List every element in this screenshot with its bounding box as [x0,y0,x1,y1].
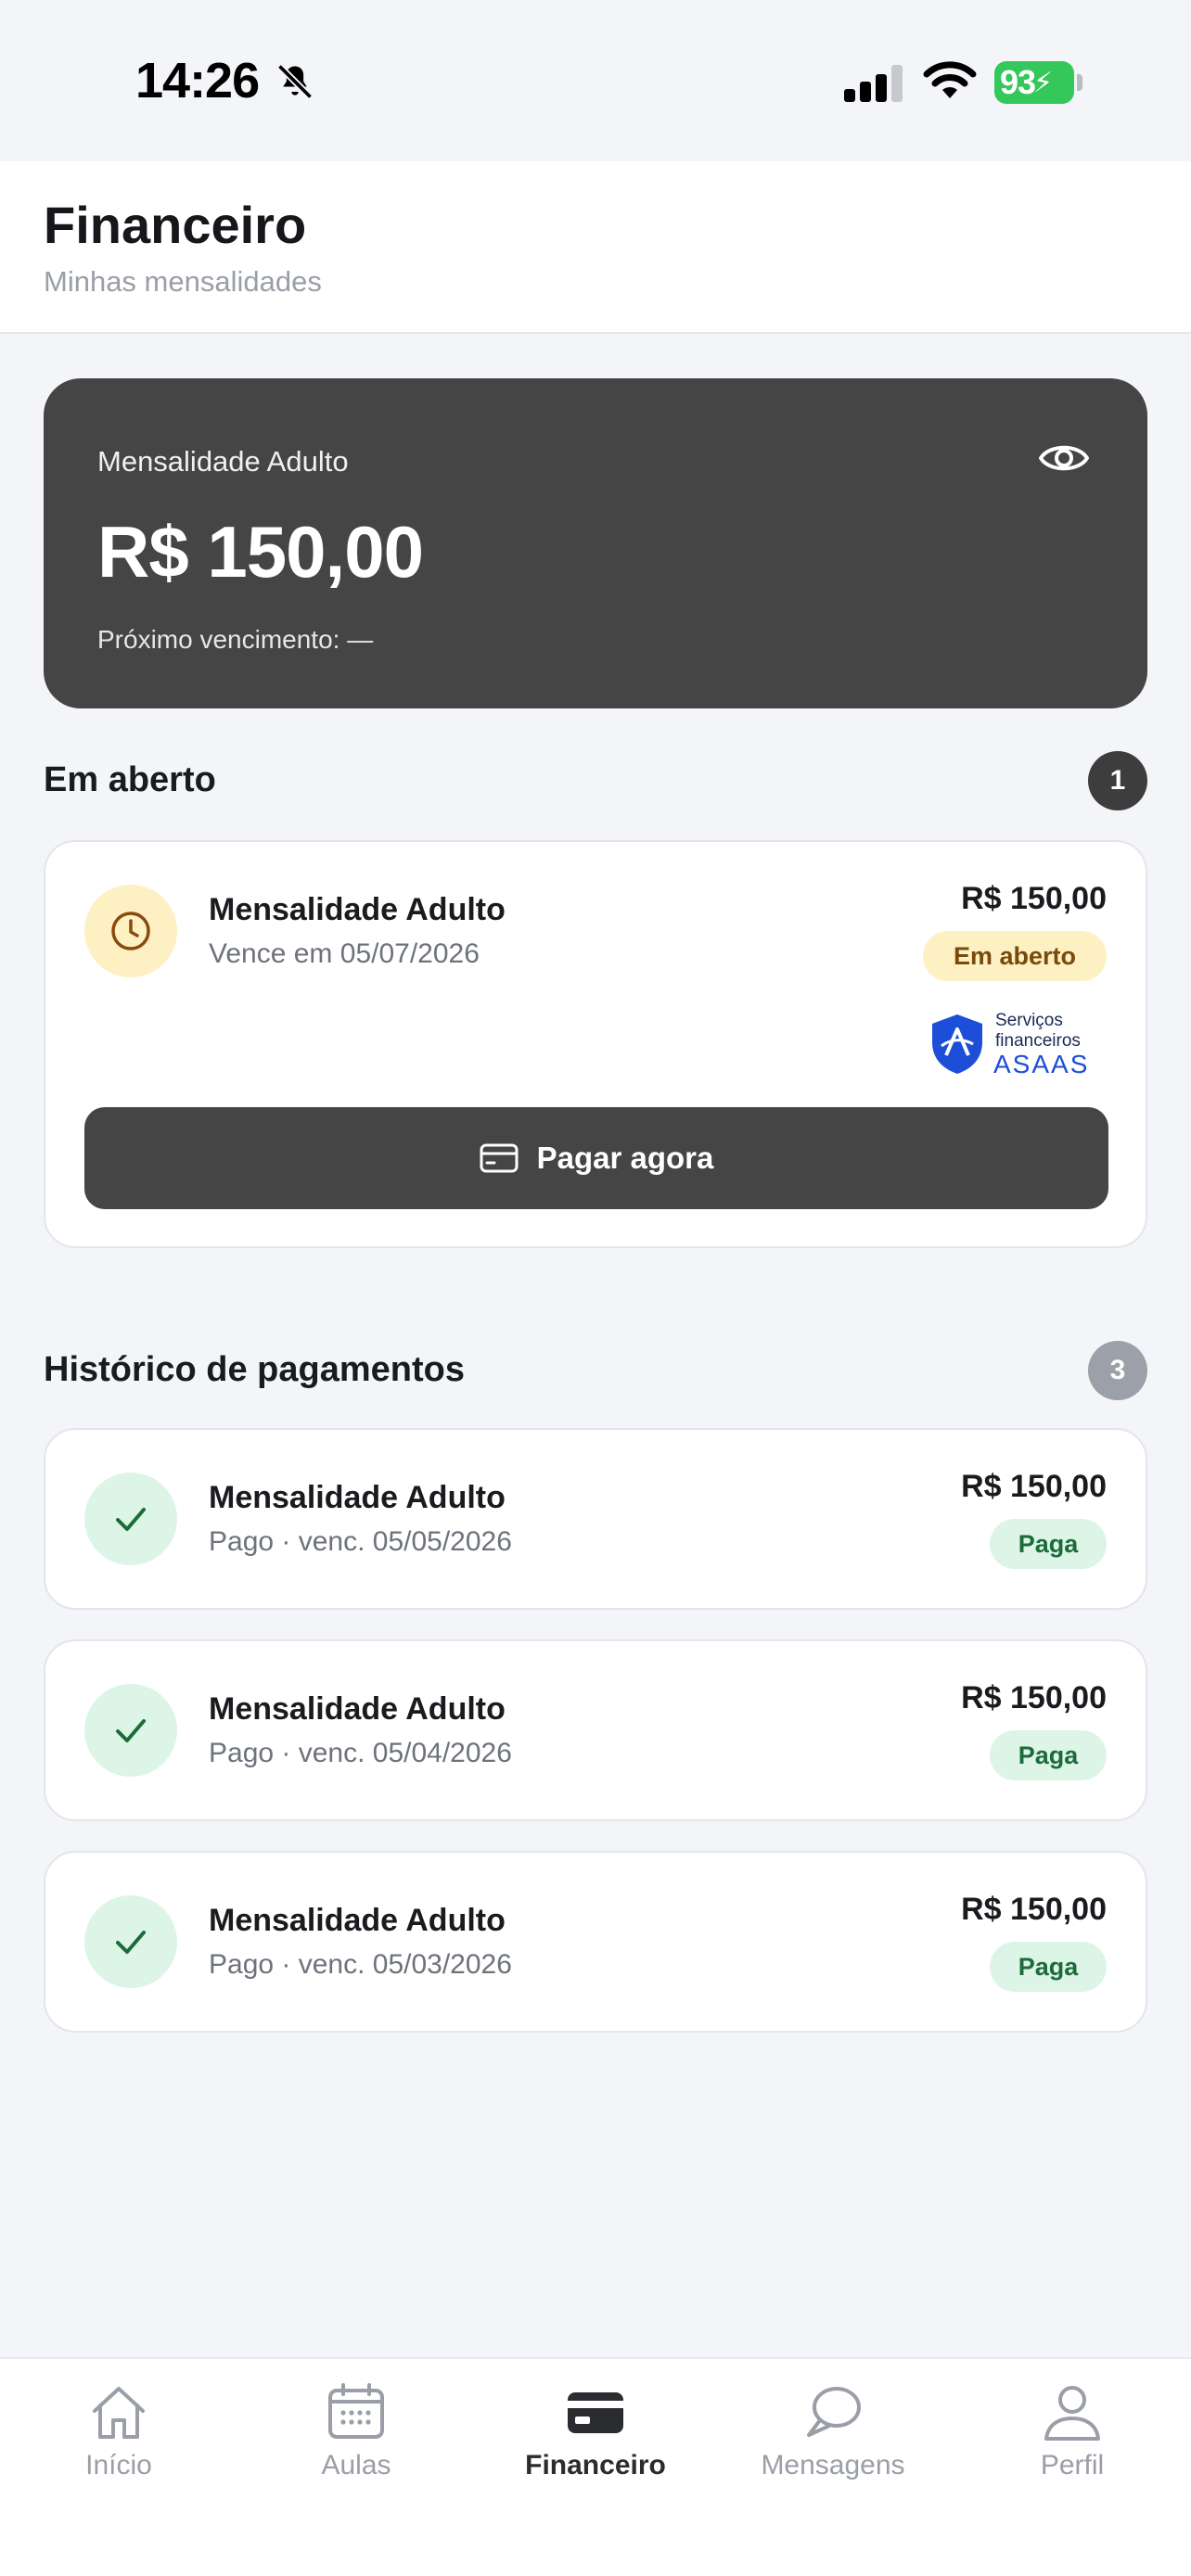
tab-label: Mensagens [761,2450,905,2480]
paid-status-circle [84,1895,177,1988]
paid-status-circle [84,1684,177,1777]
checkmark-icon [116,1508,146,1531]
invoice-due-date: Vence em 05/07/2026 [209,938,480,969]
summary-card: Mensalidade Adulto R$ 150,00 Próximo ven… [44,378,1147,708]
tab-label: Início [85,2450,152,2480]
invoice-title: Mensalidade Adulto [209,892,506,927]
history-item-title: Mensalidade Adulto [209,1691,506,1727]
charging-bolt-icon: ⚡ [1033,67,1053,98]
cellular-signal-icon [844,65,903,102]
open-section-title: Em aberto [44,760,216,799]
open-count-badge: 1 [1088,751,1147,810]
app-screen: 14:26 93 ⚡ Financeiro Minhas mensalidades [0,0,1191,2576]
open-invoice-card: Mensalidade Adulto Vence em 05/07/2026 R… [44,840,1147,1248]
history-item-subtitle: Pago · venc. 05/05/2026 [209,1526,512,1557]
pay-now-label: Pagar agora [536,1141,714,1175]
provider-line-2: financeiros [995,1031,1081,1051]
history-item-amount: R$ 150,00 [961,1680,1107,1715]
status-bar: 14:26 93 ⚡ [0,0,1191,161]
paid-badge: Paga [990,1942,1107,1992]
paid-status-circle [84,1473,177,1565]
paid-badge: Paga [990,1519,1107,1569]
page-subtitle: Minhas mensalidades [44,265,322,298]
page-header: Financeiro Minhas mensalidades [0,161,1191,334]
tab-label: Financeiro [525,2450,666,2480]
next-due-date: Próximo vencimento: — [97,625,374,654]
history-item-title: Mensalidade Adulto [209,1903,506,1938]
pay-now-button[interactable]: Pagar agora [84,1107,1108,1209]
status-time: 14:26 [135,53,260,108]
asaas-shield-logo [932,1014,982,1074]
battery-tip [1077,74,1082,91]
history-item-amount: R$ 150,00 [961,1469,1107,1504]
tab-financeiro[interactable]: Financeiro [477,2359,714,2489]
tab-mensagens[interactable]: Mensagens [714,2359,952,2489]
bottom-tab-bar: Início Aulas Financeiro Mensagens Perfil [0,2357,1191,2576]
home-icon [93,2387,145,2439]
history-item-subtitle: Pago · venc. 05/03/2026 [209,1949,512,1980]
paid-badge: Paga [990,1730,1107,1780]
history-item-subtitle: Pago · venc. 05/04/2026 [209,1738,512,1768]
user-icon [1044,2386,1100,2441]
history-count-badge: 3 [1088,1341,1147,1400]
tab-label: Perfil [1040,2450,1105,2480]
clock-icon [111,912,150,950]
provider-line-1: Serviços [995,1011,1063,1030]
tab-perfil[interactable]: Perfil [954,2359,1191,2489]
checkmark-icon [116,1931,146,1954]
page-title: Financeiro [44,196,307,254]
eye-icon[interactable] [1038,440,1090,477]
invoice-amount: R$ 150,00 [961,881,1107,916]
summary-label: Mensalidade Adulto [97,445,349,478]
status-badge: Em aberto [923,931,1107,981]
battery-level: 93 [1000,63,1036,101]
checkmark-icon [116,1719,146,1742]
wifi-icon [923,61,977,98]
summary-amount: R$ 150,00 [97,511,424,593]
history-item[interactable]: Mensalidade Adulto Pago · venc. 05/05/20… [44,1428,1147,1610]
tab-inicio[interactable]: Início [0,2359,237,2489]
pending-status-circle [84,885,177,977]
provider-brand: ASAAS [993,1050,1090,1078]
battery-indicator: 93 ⚡ [994,61,1074,104]
history-item[interactable]: Mensalidade Adulto Pago · venc. 05/03/20… [44,1851,1147,2033]
wallet-icon [568,2392,623,2433]
history-item[interactable]: Mensalidade Adulto Pago · venc. 05/04/20… [44,1639,1147,1821]
tab-label: Aulas [321,2450,391,2480]
history-section-title: Histórico de pagamentos [44,1350,465,1389]
chat-icon [807,2387,861,2437]
history-item-title: Mensalidade Adulto [209,1480,506,1515]
credit-card-icon [480,1143,519,1173]
tab-aulas[interactable]: Aulas [237,2359,475,2489]
calendar-icon [328,2383,384,2439]
bell-off-icon [276,63,314,100]
history-item-amount: R$ 150,00 [961,1892,1107,1927]
